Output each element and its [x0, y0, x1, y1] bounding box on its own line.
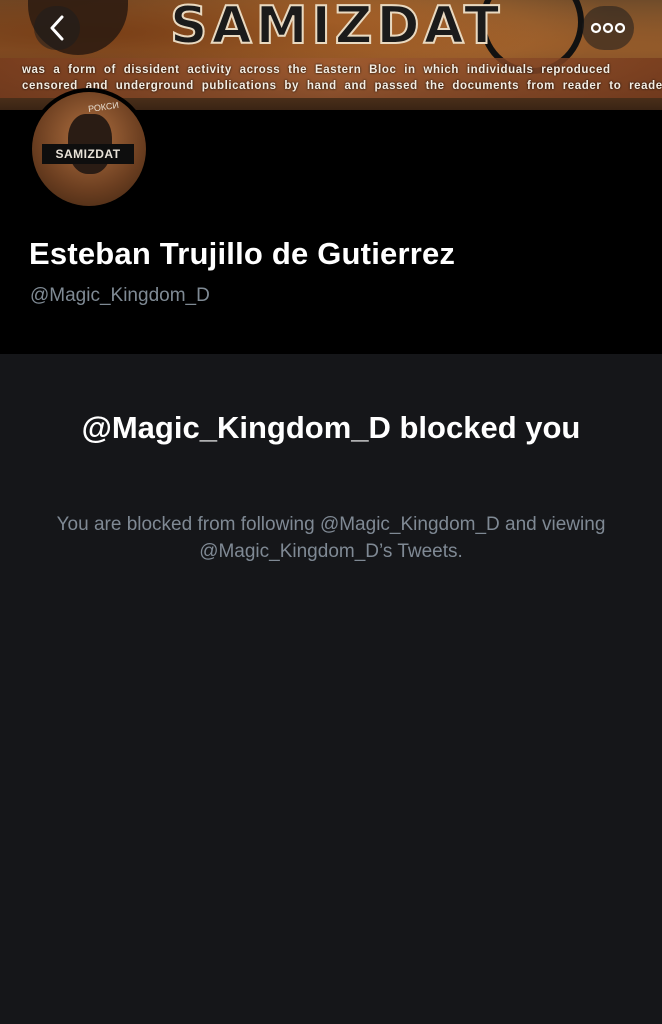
profile-name: Esteban Trujillo de Gutierrez — [29, 236, 456, 271]
more-options-button[interactable] — [582, 6, 634, 50]
avatar-label: SAMIZDAT — [42, 144, 134, 164]
avatar-tag: РОКСИ — [87, 99, 120, 115]
chevron-left-icon — [50, 15, 64, 41]
avatar[interactable]: РОКСИ SAMIZDAT — [28, 88, 150, 210]
avatar-image: РОКСИ SAMIZDAT — [32, 92, 146, 206]
banner-text-line-2: censored and underground publications by… — [22, 80, 662, 92]
profile-handle: @Magic_Kingdom_D — [30, 285, 210, 306]
back-button[interactable] — [34, 6, 80, 50]
banner-title: SAMIZDAT — [169, 0, 504, 57]
blocked-title: @Magic_Kingdom_D blocked you — [81, 410, 581, 445]
banner-text-line-1: was a form of dissident activity across … — [22, 64, 611, 76]
more-dots-icon — [591, 22, 625, 34]
blocked-description: You are blocked from following @Magic_Ki… — [56, 514, 606, 562]
